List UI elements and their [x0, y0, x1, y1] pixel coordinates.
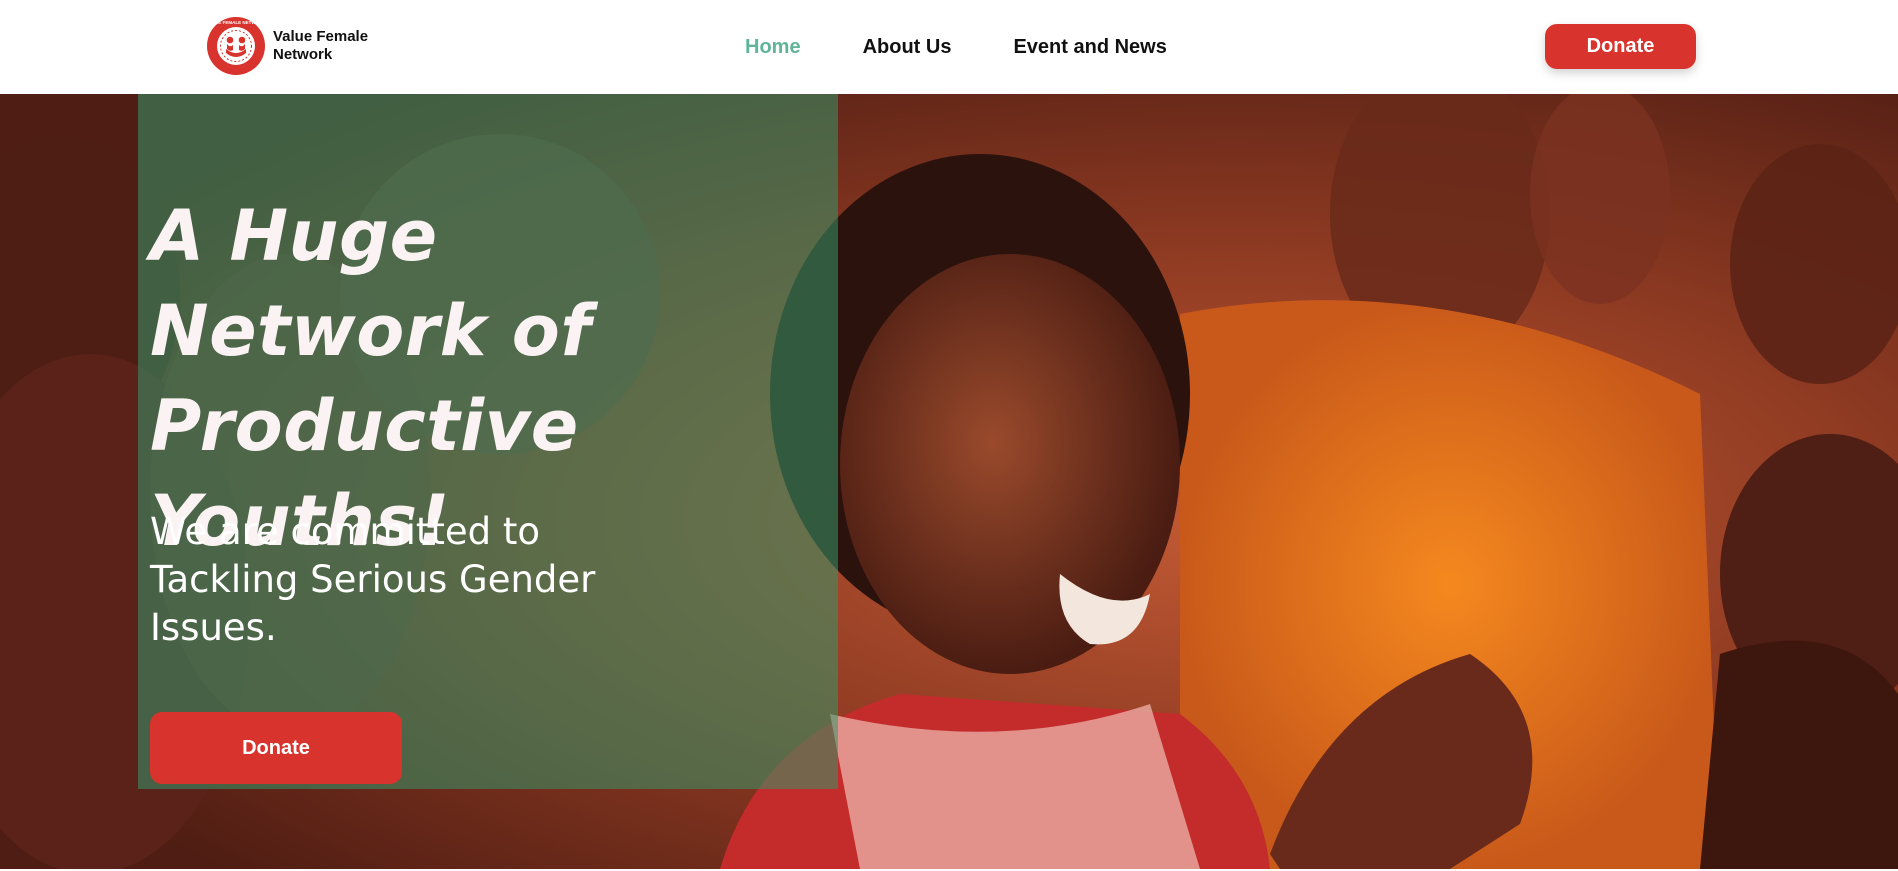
hero-donate-button[interactable]: Donate: [150, 712, 402, 784]
logo-ring-text: VALUE FEMALE NETWORK: [206, 20, 266, 25]
hero-section: A Huge Network of Productive Youths! We …: [0, 94, 1898, 869]
nav-home[interactable]: Home: [745, 36, 801, 59]
logo-text: Value Female Network: [273, 28, 369, 63]
hero-subtitle: We are committed to Tackling Serious Gen…: [150, 510, 596, 649]
site-header: VALUE FEMALE NETWORK Value Female Networ…: [0, 0, 1898, 94]
logo[interactable]: VALUE FEMALE NETWORK Value Female Networ…: [205, 15, 383, 77]
nav-about-us[interactable]: About Us: [863, 36, 952, 59]
header-donate-button[interactable]: Donate: [1545, 24, 1696, 69]
main-nav: Home About Us Event and News: [745, 36, 1167, 59]
logo-icon: VALUE FEMALE NETWORK: [206, 17, 266, 75]
nav-event-and-news[interactable]: Event and News: [1013, 36, 1166, 59]
